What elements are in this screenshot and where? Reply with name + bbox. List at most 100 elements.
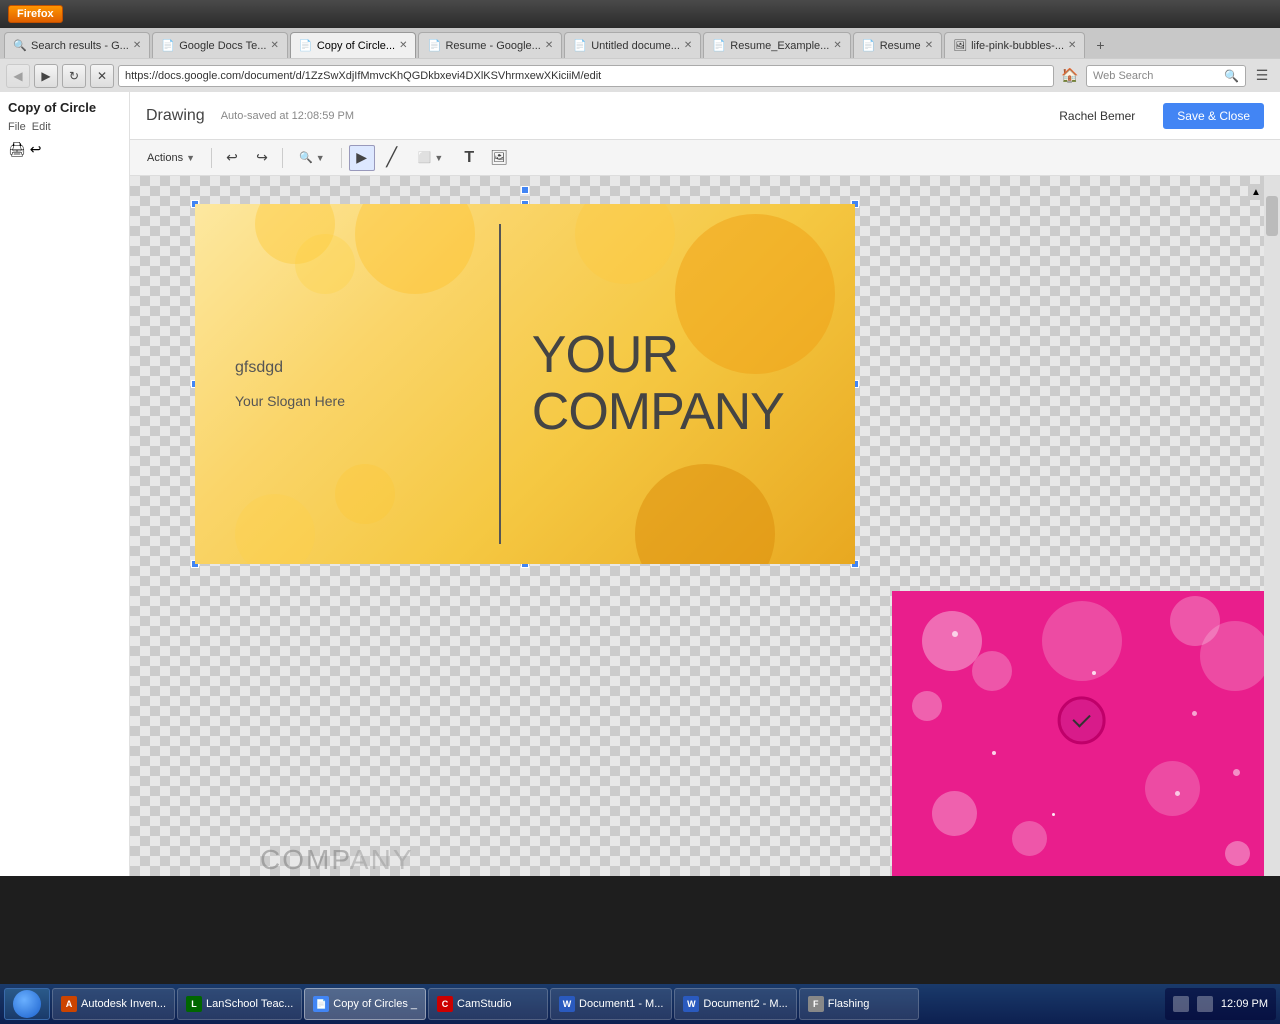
tab-close-resume2[interactable]: ✕ — [925, 40, 933, 51]
tab-close-pink[interactable]: ✕ — [1068, 40, 1076, 51]
navigation-bar: ◀ ▶ ↻ ✕ https://docs.google.com/document… — [0, 58, 1280, 92]
taskbar-autodesk[interactable]: A Autodesk Inven... — [52, 988, 175, 1020]
zoom-button[interactable]: 🔍 ▼ — [290, 145, 334, 171]
taskbar-doc2-icon: W — [683, 996, 699, 1012]
tab-resume1[interactable]: 📄 Resume - Google... ✕ — [418, 32, 562, 58]
tab-search[interactable]: 🔍 Search results - G... ✕ — [4, 32, 150, 58]
image-tool-button[interactable]: 🖼 — [486, 145, 512, 171]
shape-tool-button[interactable]: ⬜ ▼ — [409, 145, 453, 171]
back-button[interactable]: ◀ — [6, 64, 30, 88]
taskbar-doc2[interactable]: W Document2 - M... — [674, 988, 796, 1020]
reload-button[interactable]: ↻ — [62, 64, 86, 88]
drawing-canvas[interactable]: gfsdgd Your Slogan Here YOUR COMPANY — [130, 176, 1280, 876]
zoom-dropdown-icon: ▼ — [316, 153, 325, 163]
tab-untitled[interactable]: 📄 Untitled docume... ✕ — [564, 32, 701, 58]
forward-button[interactable]: ▶ — [34, 64, 58, 88]
firefox-button[interactable]: Firefox — [8, 5, 63, 23]
tab-close-resume1[interactable]: ✕ — [545, 40, 553, 51]
tab-pink[interactable]: 🖼 life-pink-bubbles-... ✕ — [944, 32, 1085, 58]
tab-label-search: Search results - G... — [31, 40, 129, 52]
tab-label-resume1: Resume - Google... — [445, 40, 540, 52]
start-button[interactable] — [4, 988, 50, 1020]
save-close-button[interactable]: Save & Close — [1163, 103, 1264, 129]
zoom-icon: 🔍 — [299, 151, 313, 164]
taskbar-doc1-label: Document1 - M... — [579, 998, 663, 1010]
taskbar-autodesk-label: Autodesk Inven... — [81, 998, 166, 1010]
shape-icon: ⬜ — [418, 151, 432, 164]
system-clock: 12:09 PM — [1221, 998, 1268, 1010]
file-menu[interactable]: File — [8, 121, 26, 133]
business-card: gfsdgd Your Slogan Here YOUR COMPANY — [195, 204, 855, 564]
rotation-handle[interactable] — [521, 186, 529, 194]
taskbar-camstudio[interactable]: C CamStudio — [428, 988, 548, 1020]
start-orb-icon — [13, 990, 41, 1018]
undo-button[interactable]: ↩ — [219, 145, 245, 171]
taskbar-doc2-label: Document2 - M... — [703, 998, 787, 1010]
toolbar-separator-2 — [282, 148, 283, 168]
autosave-text: Auto-saved at 12:08:59 PM — [221, 110, 1044, 122]
tab-favicon-resume1: 📄 — [427, 39, 441, 53]
tab-favicon-resume2: 📄 — [862, 39, 876, 53]
card-slogan: Your Slogan Here — [235, 393, 499, 409]
stop-button[interactable]: ✕ — [90, 64, 114, 88]
card-right: YOUR COMPANY — [512, 204, 855, 564]
tab-label-gdocs: Google Docs Te... — [179, 40, 266, 52]
home-button[interactable]: 🏠 — [1058, 64, 1082, 88]
tab-favicon-search: 🔍 — [13, 39, 27, 53]
doc-title: Copy of Circle — [8, 100, 121, 115]
user-name: Rachel Bemer — [1059, 109, 1135, 123]
search-bar[interactable]: Web Search 🔍 — [1086, 65, 1246, 87]
tab-label-resume2: Resume — [880, 40, 921, 52]
canvas-scrollbar[interactable] — [1264, 176, 1280, 876]
shape-dropdown-icon: ▼ — [434, 153, 443, 163]
taskbar-lanschool[interactable]: L LanSchool Teac... — [177, 988, 302, 1020]
pink-circle-cursor[interactable] — [1058, 696, 1106, 744]
tab-resume2[interactable]: 📄 Resume ✕ — [853, 32, 942, 58]
tray-volume-icon — [1197, 996, 1213, 1012]
tab-close-gdocs[interactable]: ✕ — [270, 40, 278, 51]
tab-favicon-circles: 📄 — [299, 39, 313, 53]
taskbar-lanschool-label: LanSchool Teac... — [206, 998, 293, 1010]
tab-close-untitled[interactable]: ✕ — [684, 40, 692, 51]
browser-menu-button[interactable]: ☰ — [1250, 64, 1274, 88]
new-tab-button[interactable]: + — [1087, 32, 1113, 58]
tab-close-search[interactable]: ✕ — [133, 40, 141, 51]
actions-button[interactable]: Actions ▼ — [138, 145, 204, 171]
tab-favicon-pink: 🖼 — [953, 39, 967, 53]
redo-button[interactable]: ↪ — [249, 145, 275, 171]
business-card-container[interactable]: gfsdgd Your Slogan Here YOUR COMPANY — [195, 204, 855, 564]
tab-favicon-resumeex: 📄 — [712, 39, 726, 53]
taskbar-doc1[interactable]: W Document1 - M... — [550, 988, 672, 1020]
print-icon[interactable]: 🖨 — [8, 141, 26, 158]
undo-icon-doc[interactable]: ↩ — [30, 141, 42, 158]
taskbar-circles-label: Copy of Circles _ — [333, 998, 417, 1010]
tab-resumeex[interactable]: 📄 Resume_Example... ✕ — [703, 32, 850, 58]
taskbar-flashing[interactable]: F Flashing — [799, 988, 919, 1020]
edit-menu[interactable]: Edit — [32, 121, 51, 133]
card-divider — [499, 224, 501, 544]
tab-circles[interactable]: 📄 Copy of Circle... ✕ — [290, 32, 417, 58]
address-bar[interactable]: https://docs.google.com/document/d/1ZzSw… — [118, 65, 1054, 87]
drawing-toolbar: Actions ▼ ↩ ↪ 🔍 ▼ ▶ — [130, 140, 1280, 176]
line-icon: ╱ — [386, 147, 397, 168]
pink-bubbles-section[interactable] — [892, 591, 1280, 876]
taskbar-circles[interactable]: 📄 Copy of Circles _ — [304, 988, 426, 1020]
taskbar-doc1-icon: W — [559, 996, 575, 1012]
address-text: https://docs.google.com/document/d/1ZzSw… — [125, 70, 1047, 82]
taskbar-camstudio-icon: C — [437, 996, 453, 1012]
scroll-thumb[interactable] — [1266, 196, 1278, 236]
tab-gdocs[interactable]: 📄 Google Docs Te... ✕ — [152, 32, 288, 58]
select-tool-button[interactable]: ▶ — [349, 145, 375, 171]
card-company-small: gfsdgd — [235, 359, 499, 377]
image-icon: 🖼 — [490, 149, 508, 166]
browser-title-bar: Firefox — [0, 0, 1280, 28]
drawing-panel: Drawing Auto-saved at 12:08:59 PM Rachel… — [130, 92, 1280, 876]
tab-close-resumeex[interactable]: ✕ — [833, 40, 841, 51]
text-icon: T — [464, 149, 474, 167]
cursor-icon — [1072, 709, 1090, 727]
google-doc-area: Copy of Circle File Edit 🖨 ↩ Drawing Aut… — [0, 92, 1280, 876]
tab-close-circles[interactable]: ✕ — [399, 40, 407, 51]
text-tool-button[interactable]: T — [456, 145, 482, 171]
collapse-button[interactable]: ▲ — [1248, 184, 1264, 200]
line-tool-button[interactable]: ╱ — [379, 145, 405, 171]
